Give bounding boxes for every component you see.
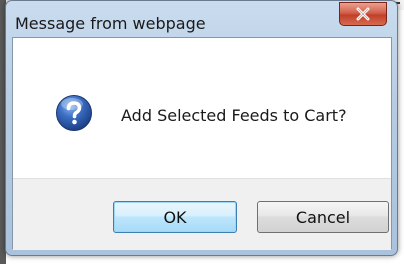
message-dialog: Message from webpage Add Selected Feeds … xyxy=(5,0,398,256)
question-icon xyxy=(56,95,92,131)
cancel-button[interactable]: Cancel xyxy=(257,201,389,233)
dialog-message: Add Selected Feeds to Cart? xyxy=(121,106,347,125)
dialog-client-area: Add Selected Feeds to Cart? OK Cancel xyxy=(12,37,392,250)
close-button[interactable] xyxy=(339,2,387,26)
dialog-title: Message from webpage xyxy=(15,14,206,33)
button-area: OK Cancel xyxy=(13,178,391,250)
close-icon xyxy=(356,7,370,21)
message-area: Add Selected Feeds to Cart? xyxy=(13,38,391,178)
ok-button[interactable]: OK xyxy=(113,201,237,233)
